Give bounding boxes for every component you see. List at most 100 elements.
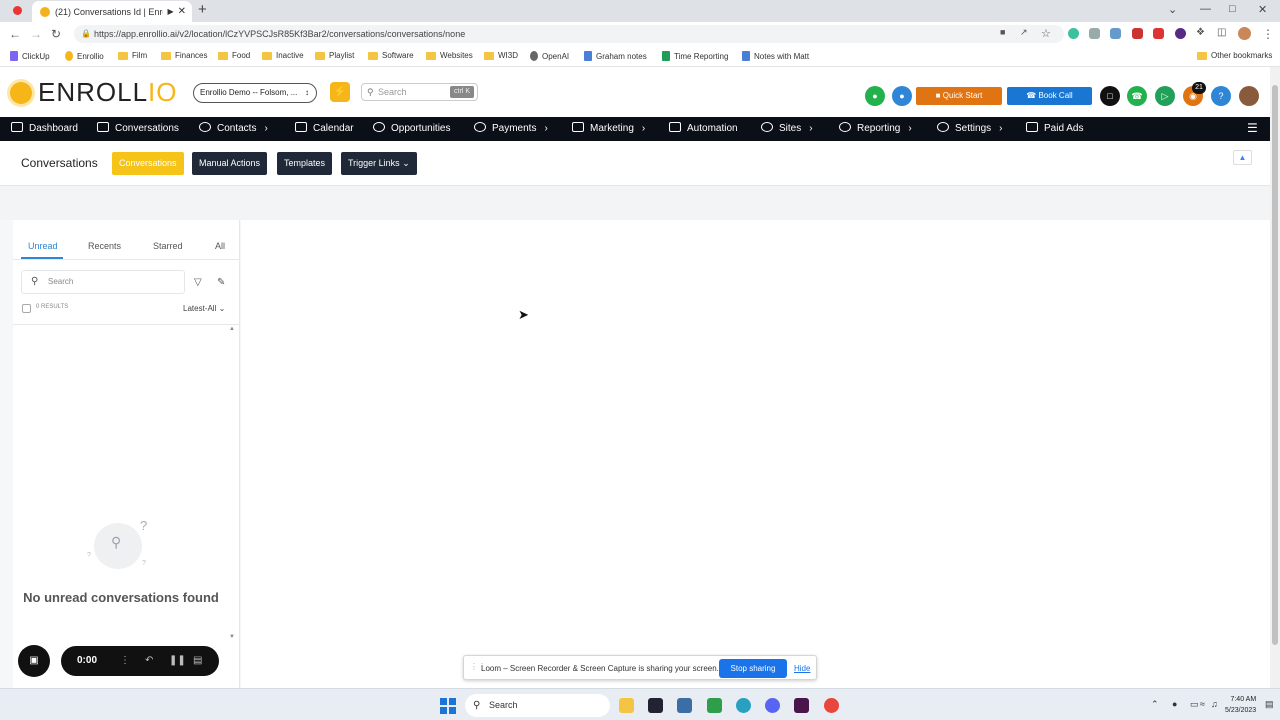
browser-tab[interactable]: (21) Conversations Id | Enrolli ▶ ✕ <box>32 1 192 22</box>
taskbar-clock[interactable]: 7:40 AM 5/23/2023 <box>1225 694 1256 716</box>
tab-trigger-links[interactable]: Trigger Links ⌄ <box>341 152 417 175</box>
forward-icon[interactable]: → <box>30 27 42 41</box>
hide-link[interactable]: Hide <box>794 656 810 681</box>
new-tab-button[interactable]: + <box>198 1 207 18</box>
extensions-puzzle-icon[interactable]: ❖ <box>1196 27 1205 38</box>
sort-dropdown[interactable]: Latest-All ⌄ <box>183 304 225 313</box>
minimize-button[interactable]: — <box>1200 3 1211 15</box>
profile-avatar-icon[interactable] <box>1238 27 1251 40</box>
back-icon[interactable]: ← <box>9 27 21 41</box>
tab-templates[interactable]: Templates <box>277 152 333 175</box>
help-icon[interactable]: ? <box>1211 86 1231 106</box>
chat-icon[interactable]: ● <box>865 86 885 106</box>
bookmark-graham-notes[interactable]: Graham notes <box>584 51 647 61</box>
nav-settings[interactable]: Settings › <box>937 117 1002 141</box>
scroll-down-arrow-icon[interactable]: ▼ <box>229 634 235 640</box>
extension-icon[interactable] <box>1068 28 1079 39</box>
close-tab-icon[interactable]: ✕ <box>178 6 186 17</box>
drag-grid-icon[interactable]: ⋮ <box>120 646 130 676</box>
undo-icon[interactable]: ↶ <box>145 646 153 676</box>
bookmark-food[interactable]: Food <box>218 51 250 60</box>
camera-icon[interactable]: ■ <box>1000 27 1005 37</box>
scrollbar-thumb[interactable] <box>1272 85 1278 645</box>
nav-automation[interactable]: Automation <box>669 117 738 141</box>
extension-icon[interactable] <box>1110 28 1121 39</box>
filter-tab-unread[interactable]: Unread <box>28 241 58 251</box>
chrome-icon[interactable] <box>824 698 839 713</box>
book-call-button[interactable]: ☎ Book Call <box>1007 87 1092 105</box>
user-avatar[interactable] <box>1239 86 1259 106</box>
bookmark-openai[interactable]: OpenAI <box>530 51 569 61</box>
global-search-input[interactable]: ⚲ Search ctrl K <box>361 83 478 101</box>
nav-contacts[interactable]: Contacts › <box>199 117 268 141</box>
loom-camera-button[interactable]: ▣ <box>18 645 50 677</box>
compose-icon[interactable]: ✎ <box>217 277 225 288</box>
side-panel-icon[interactable]: ◫ <box>1217 27 1226 38</box>
extension-icon[interactable] <box>1153 28 1164 39</box>
bot-icon[interactable]: ● <box>892 86 912 106</box>
bookmark-websites[interactable]: Websites <box>426 51 473 60</box>
maximize-button[interactable]: □ <box>1229 3 1236 15</box>
bookmark-film[interactable]: Film <box>118 51 147 60</box>
wifi-icon[interactable]: ≈ <box>1200 699 1205 709</box>
bookmark-star-icon[interactable]: ☆ <box>1041 27 1051 40</box>
volume-icon[interactable]: ♫ <box>1211 699 1218 709</box>
pause-icon[interactable]: ❚❚ <box>169 646 186 676</box>
quick-start-button[interactable]: ■ Quick Start <box>916 87 1002 105</box>
extension-icon[interactable] <box>1175 28 1186 39</box>
url-field[interactable]: 🔒 https://app.enrollio.ai/v2/location/lC… <box>74 25 1064 43</box>
nav-marketing[interactable]: Marketing › <box>572 117 645 141</box>
bookmark-time-reporting[interactable]: Time Reporting <box>662 51 728 61</box>
phone-icon[interactable]: ☎ <box>1127 86 1147 106</box>
share-icon[interactable]: ↗ <box>1020 27 1028 38</box>
windows-start-icon[interactable] <box>440 698 456 714</box>
tab-conversations[interactable]: Conversations <box>112 152 184 175</box>
file-explorer-icon[interactable] <box>619 698 634 713</box>
bookmark-finances[interactable]: Finances <box>161 51 207 60</box>
enrollio-logo[interactable]: ENROLL IO <box>10 77 178 108</box>
lightning-button[interactable]: ⚡ <box>330 82 350 102</box>
bookmark-enrollio[interactable]: Enrollio <box>65 51 104 61</box>
filter-icon[interactable]: ▽ <box>194 277 202 288</box>
bookmark-inactive[interactable]: Inactive <box>262 51 304 60</box>
bookmark-software[interactable]: Software <box>368 51 414 60</box>
calculator-icon[interactable] <box>677 698 692 713</box>
reload-icon[interactable]: ↻ <box>51 27 61 41</box>
nav-opportunities[interactable]: Opportunities <box>373 117 450 141</box>
nav-reporting[interactable]: Reporting › <box>839 117 912 141</box>
nav-payments[interactable]: Payments › <box>474 117 548 141</box>
other-bookmarks[interactable]: Other bookmarks <box>1197 51 1272 60</box>
tab-manual-actions[interactable]: Manual Actions <box>192 152 268 175</box>
bookmark-notes-with-matt[interactable]: Notes with Matt <box>742 51 809 61</box>
tray-chevron-icon[interactable]: ⌃ <box>1151 699 1159 710</box>
app-icon[interactable] <box>707 698 722 713</box>
nav-paid-ads[interactable]: Paid Ads <box>1026 117 1083 141</box>
bookmark-clickup[interactable]: ClickUp <box>10 51 50 61</box>
messages-icon[interactable]: □ <box>1100 86 1120 106</box>
collapse-up-icon[interactable]: ▲ <box>1233 150 1252 165</box>
trash-icon[interactable]: ▤ <box>193 646 202 676</box>
slack-icon[interactable] <box>794 698 809 713</box>
discord-icon[interactable] <box>765 698 780 713</box>
tab-search-icon[interactable]: ⌄ <box>1168 3 1177 16</box>
filter-tab-all[interactable]: All <box>215 241 225 251</box>
chrome-menu-icon[interactable]: ⋮ <box>1262 27 1274 41</box>
stop-sharing-button[interactable]: Stop sharing <box>719 659 787 678</box>
nav-sites[interactable]: Sites › <box>761 117 813 141</box>
extension-icon[interactable] <box>1132 28 1143 39</box>
speaker-icon[interactable]: ▶ <box>167 7 173 16</box>
edge-icon[interactable] <box>736 698 751 713</box>
nav-dashboard[interactable]: Dashboard <box>11 117 78 141</box>
close-window-button[interactable]: ✕ <box>1258 3 1267 16</box>
megaphone-icon[interactable]: ▷ <box>1155 86 1175 106</box>
bookmark-playlist[interactable]: Playlist <box>315 51 354 60</box>
filter-tab-recents[interactable]: Recents <box>88 241 121 251</box>
display-icon[interactable]: ▭ <box>1190 699 1199 710</box>
select-all-checkbox[interactable] <box>22 304 31 313</box>
filter-tab-starred[interactable]: Starred <box>153 241 183 251</box>
taskbar-search[interactable]: ⚲ Search <box>465 694 610 717</box>
notifications-icon[interactable]: ▤ <box>1265 699 1274 710</box>
scroll-up-arrow-icon[interactable]: ▲ <box>229 326 235 332</box>
nav-calendar[interactable]: Calendar <box>295 117 354 141</box>
account-selector[interactable]: Enrollio Demo -- Folsom, ... ↕ <box>193 83 317 103</box>
